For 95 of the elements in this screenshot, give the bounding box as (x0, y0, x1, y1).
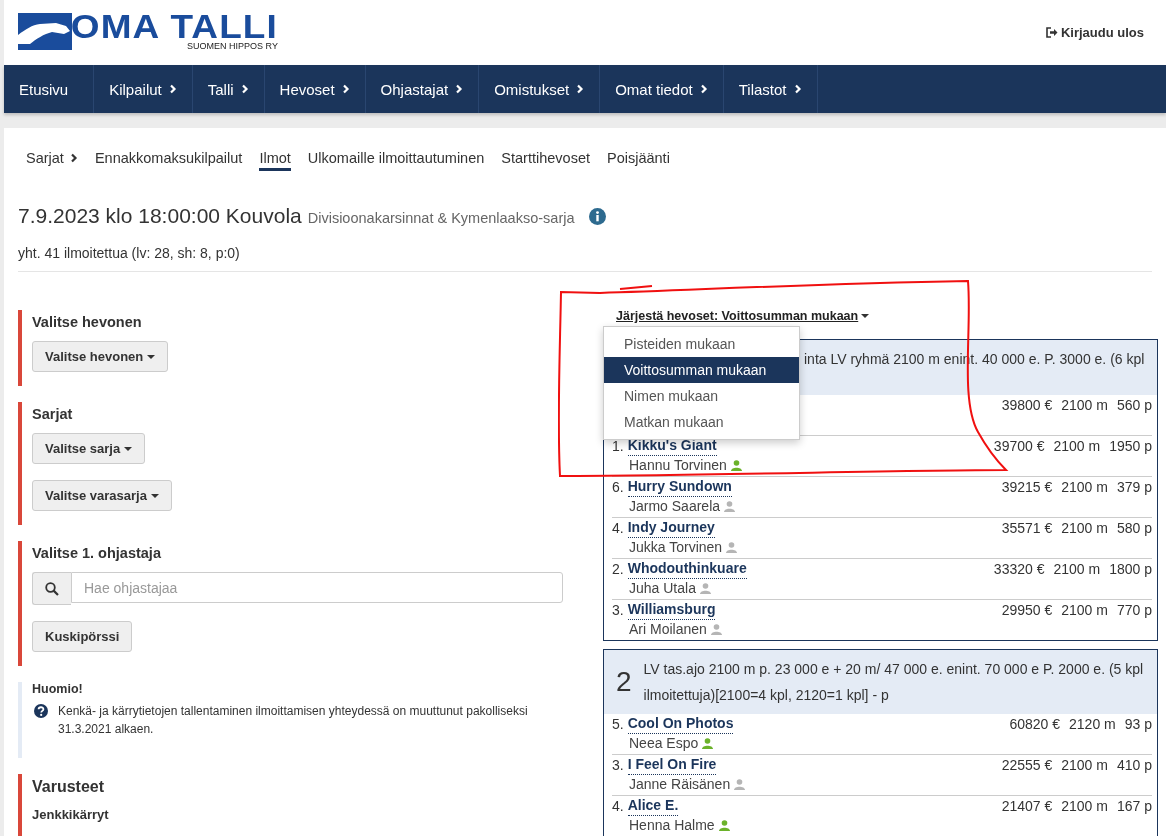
distance: 2100 m (1061, 519, 1108, 538)
entry-position: 1. (612, 437, 624, 456)
entry-position: 5. (612, 715, 624, 734)
prize-money: 21407 € (1001, 797, 1053, 816)
driver-name: Jukka Torvinen (629, 538, 723, 557)
nav-item[interactable]: Talli (192, 65, 265, 113)
points: 1800 p (1109, 560, 1152, 579)
distance: 2100 m (1061, 797, 1108, 816)
sort-menu-item[interactable]: Voittosumman mukaan (604, 357, 799, 383)
distance: 2120 m (1069, 715, 1116, 734)
info-icon[interactable] (588, 207, 606, 225)
points: 1950 p (1109, 437, 1152, 456)
horse-link[interactable]: Williamsburg (627, 601, 716, 620)
entry-position: 4. (612, 519, 624, 538)
dropdown-button[interactable]: Valitse sarja (32, 433, 146, 464)
question-icon (34, 704, 48, 718)
logo-subtitle: SUOMEN HIPPOS RY (187, 41, 278, 52)
race-description: LV tas.ajo 2100 m p. 23 000 e + 20 m/ 47 000 e. enint. 70 000 e P. 2000 e. (5 kpl ilmoitettuja)[2100=4 kpl, 2120=1 kpl] - p (643, 660, 1145, 705)
section-title: Valitse 1. ohjastaja (32, 545, 161, 561)
driver-market-button[interactable]: Kuskipörssi (32, 621, 133, 652)
sort-menu-item[interactable]: Pisteiden mukaan (604, 331, 799, 357)
event-title: 7.9.2023 klo 18:00:00 Kouvola (18, 204, 302, 228)
notice-text: Kenkä- ja kärrytietojen tallentaminen ilmoittamisen yhteydessä on muuttunut pakolliseksi 31.3.2021 alkaen. (58, 703, 529, 738)
logout-link[interactable]: Kirjaudu ulos (1045, 25, 1144, 40)
horse-link[interactable]: Indy Journey (627, 519, 715, 538)
entry-position: 3. (612, 756, 624, 775)
subnav-tab[interactable]: Poisjäänti (607, 150, 670, 171)
entry-position: 6. (612, 478, 624, 497)
horse-link[interactable]: I Feel On Fire (627, 756, 717, 775)
distance: 2100 m (1053, 437, 1101, 456)
driver-name: Henna Halme (629, 816, 715, 835)
driver-search-field[interactable]: Hae ohjastajaa (71, 572, 563, 603)
horse-link[interactable]: Cool On Photos (627, 715, 734, 734)
nav-item[interactable]: Ohjastajat (365, 65, 480, 113)
dropdown-button[interactable]: Valitse hevonen (32, 341, 169, 372)
prize-money: 39700 € (993, 437, 1045, 456)
nav-item[interactable]: Kilpailut (94, 65, 193, 113)
driver-name: Janne Räisänen (629, 775, 731, 794)
horse-link[interactable]: Kikku's Giant (627, 437, 717, 456)
distance: 2100 m (1061, 601, 1108, 620)
points: 770 p (1116, 601, 1152, 620)
driver-name: Hannu Torvinen (629, 456, 727, 475)
sort-dropdown-link[interactable]: Järjestä hevoset: Voittosumman mukaan (616, 309, 870, 323)
distance: 2100 m (1061, 756, 1108, 775)
prize-money: 60820 € (1009, 715, 1061, 734)
horse-logo-icon (18, 13, 72, 50)
entry-position: 3. (612, 601, 624, 620)
entry-position: 2. (612, 560, 624, 579)
prize-money: 33320 € (993, 560, 1045, 579)
prize-money: 35571 € (1001, 519, 1053, 538)
distance: 2100 m (1061, 478, 1108, 497)
dropdown-button[interactable]: Valitse varasarja (32, 480, 172, 511)
points: 560 p (1116, 396, 1152, 415)
section-title: Sarjat (32, 406, 73, 422)
race-number: 2 (616, 669, 632, 695)
horse-link[interactable]: Whodouthinkuare (627, 560, 747, 579)
nav-item[interactable]: Hevoset (264, 65, 366, 113)
subnav-tab[interactable]: Ulkomaille ilmoittautuminen (307, 150, 485, 171)
nav-item[interactable]: Omistukset (479, 65, 601, 113)
logout-icon (1045, 27, 1058, 38)
subnav-tab[interactable]: Ilmot (259, 150, 291, 171)
driver-name: Juha Utala (629, 579, 696, 598)
entry-position: 4. (612, 797, 624, 816)
search-icon (45, 581, 59, 596)
points: 93 p (1124, 715, 1152, 734)
logo-title: OMA TALLI (70, 13, 278, 41)
points: 167 p (1116, 797, 1152, 816)
points: 379 p (1116, 478, 1152, 497)
sort-menu-item[interactable]: Matkan mukaan (604, 409, 799, 435)
points: 410 p (1116, 756, 1152, 775)
section-title: Varusteet (32, 778, 105, 796)
horse-link[interactable]: Alice E. (627, 797, 679, 816)
horse-link[interactable]: Hurry Sundown (627, 478, 732, 497)
prize-money: 29950 € (1001, 601, 1053, 620)
subnav-tab[interactable]: Ennakkomaksukilpailut (94, 150, 243, 171)
section-title: Valitse hevonen (32, 314, 142, 330)
driver-name: Jarmo Saarela (629, 497, 721, 516)
nav-item[interactable]: Etusivu (4, 65, 95, 113)
event-subtitle: Divisioonakarsinnat & Kymenlaakso-sarja (307, 210, 575, 226)
prize-money: 22555 € (1001, 756, 1053, 775)
sort-menu-item[interactable]: Nimen mukaan (604, 383, 799, 409)
subnav-tab[interactable]: Starttihevoset (501, 150, 590, 171)
distance: 2100 m (1053, 560, 1101, 579)
entry-summary: yht. 41 ilmoitettua (lv: 28, sh: 8, p:0) (18, 245, 241, 261)
prize-money: 39215 € (1001, 478, 1053, 497)
driver-name: Ari Moilanen (629, 620, 707, 639)
notice-title: Huomio! (32, 682, 84, 696)
distance: 2100 m (1061, 396, 1108, 415)
prize-money: 39800 € (1001, 396, 1053, 415)
points: 580 p (1116, 519, 1152, 538)
nav-item[interactable]: Omat tiedot (600, 65, 724, 113)
driver-name: Neea Espo (629, 734, 699, 753)
field-label: Jenkkikärryt (32, 807, 109, 822)
nav-item[interactable]: Tilastot (723, 65, 818, 113)
subnav-tab[interactable]: Sarjat (26, 150, 78, 171)
